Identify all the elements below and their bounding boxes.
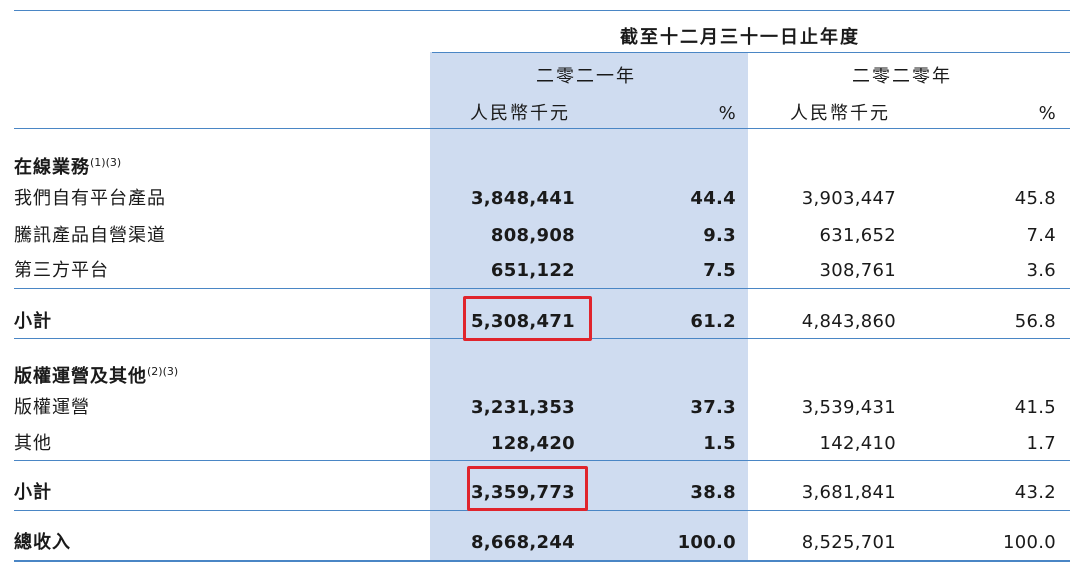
row-label: 其他 [14, 433, 52, 454]
row-label: 第三方平台 [14, 260, 109, 281]
pct-2021-cell: 44.4 [690, 188, 736, 209]
rmb-2020-cell: 631,652 [819, 225, 896, 246]
rmb-2021-cell: 3,231,353 [470, 397, 575, 418]
highlight-box [467, 466, 588, 511]
rmb-2020-cell: 3,903,447 [801, 188, 896, 209]
pct-2020-header: % [1038, 103, 1056, 124]
footnote-ref: (1)(3) [90, 156, 122, 169]
rmb-2020-cell: 3,681,841 [801, 482, 896, 503]
footnote-ref: (2)(3) [147, 365, 179, 378]
rmb-2020-cell: 3,539,431 [801, 397, 896, 418]
rmb-2021-cell: 3,848,441 [470, 188, 575, 209]
unit-2020-header: 人民幣千元 [790, 103, 890, 124]
pct-2020-cell: 3.6 [1026, 260, 1056, 281]
pct-2021-cell: 9.3 [703, 225, 736, 246]
section-title-copyright: 版權運營及其他(2)(3) [14, 365, 179, 387]
pct-2021-cell: 100.0 [677, 532, 736, 553]
row-label: 騰訊產品自營渠道 [14, 225, 166, 246]
pct-2021-cell: 7.5 [703, 260, 736, 281]
year-2020-header: 二零二零年 [852, 66, 952, 87]
section-title-online: 在線業務(1)(3) [14, 156, 122, 178]
pct-2020-cell: 7.4 [1026, 225, 1056, 246]
copyright-rows-rule [14, 460, 1070, 461]
rmb-2021-cell: 128,420 [490, 433, 575, 454]
pct-2020-cell: 43.2 [1014, 482, 1056, 503]
period-rule [432, 52, 1070, 53]
period-title: 截至十二月三十一日止年度 [620, 27, 860, 48]
pct-2020-cell: 100.0 [1002, 532, 1056, 553]
pct-2021-cell: 1.5 [703, 433, 736, 454]
pct-2021-cell: 38.8 [690, 482, 736, 503]
subtotal-label: 小計 [14, 482, 52, 503]
unit-2021-header: 人民幣千元 [470, 103, 570, 124]
row-label: 我們自有平台產品 [14, 188, 166, 209]
year-2021-header: 二零二一年 [536, 66, 636, 87]
pct-2021-header: % [718, 103, 736, 124]
revenue-table: 截至十二月三十一日止年度 二零二一年 二零二零年 人民幣千元 % 人民幣千元 %… [0, 0, 1080, 580]
pct-2021-cell: 37.3 [690, 397, 736, 418]
subtotal-label: 小計 [14, 311, 52, 332]
pct-2020-cell: 1.7 [1026, 433, 1056, 454]
pct-2021-cell: 61.2 [690, 311, 736, 332]
online-rows-rule [14, 288, 1070, 289]
row-label: 版權運營 [14, 397, 90, 418]
pct-2020-cell: 56.8 [1014, 311, 1056, 332]
rmb-2020-cell: 4,843,860 [801, 311, 896, 332]
rmb-2021-cell: 8,668,244 [470, 532, 575, 553]
top-rule [14, 10, 1070, 11]
header-rule [14, 128, 1070, 129]
bottom-rule [14, 560, 1070, 562]
rmb-2020-cell: 308,761 [819, 260, 896, 281]
rmb-2020-cell: 142,410 [819, 433, 896, 454]
pct-2020-cell: 41.5 [1014, 397, 1056, 418]
total-label: 總收入 [14, 532, 71, 553]
rmb-2021-cell: 651,122 [490, 260, 575, 281]
highlight-box [463, 296, 592, 341]
rmb-2020-cell: 8,525,701 [801, 532, 896, 553]
rmb-2021-cell: 808,908 [490, 225, 575, 246]
pct-2020-cell: 45.8 [1014, 188, 1056, 209]
